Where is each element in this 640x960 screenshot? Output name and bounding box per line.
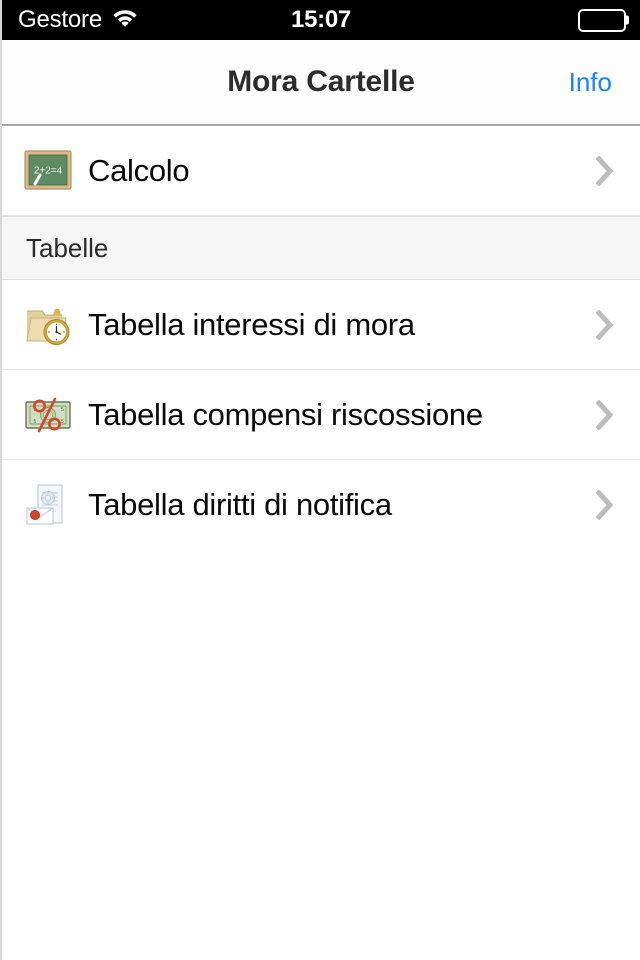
list-item-label: Calcolo bbox=[88, 153, 190, 188]
battery-icon bbox=[578, 8, 629, 32]
document-envelope-icon bbox=[22, 479, 74, 531]
list-item-tabella-compensi[interactable]: 5 5 5 5 Tabella compensi riscossione bbox=[2, 370, 640, 460]
list-item-tabella-interessi[interactable]: Tabella interessi di mora bbox=[2, 280, 640, 370]
list-item-label: Tabella interessi di mora bbox=[88, 307, 415, 342]
list-item-label: Tabella diritti di notifica bbox=[88, 487, 392, 522]
chevron-right-icon bbox=[596, 490, 614, 520]
banknote-percent-icon: 5 5 5 5 bbox=[22, 389, 74, 441]
table-view: 2+2=4 Calcolo Tabelle Tabella interessi … bbox=[2, 126, 640, 550]
section-header-tabelle: Tabelle bbox=[2, 216, 640, 280]
list-item-calcolo[interactable]: 2+2=4 Calcolo bbox=[2, 126, 640, 216]
list-item-label: Tabella compensi riscossione bbox=[88, 397, 483, 432]
chevron-right-icon bbox=[596, 310, 614, 340]
chevron-right-icon bbox=[596, 400, 614, 430]
svg-text:5: 5 bbox=[34, 419, 37, 425]
status-bar: Gestore 15:07 bbox=[2, 0, 640, 40]
folder-clock-icon bbox=[22, 299, 74, 351]
battery-cap bbox=[626, 15, 629, 25]
page-title: Mora Cartelle bbox=[227, 65, 415, 98]
app-screen: Gestore 15:07 Mora Cartelle Info 2+2=4 C… bbox=[0, 0, 640, 960]
chevron-right-icon bbox=[596, 156, 614, 186]
clock-label: 15:07 bbox=[291, 6, 351, 33]
svg-text:5: 5 bbox=[61, 419, 64, 425]
status-bar-right bbox=[578, 0, 629, 40]
svg-text:2+2=4: 2+2=4 bbox=[34, 166, 63, 177]
chalkboard-icon: 2+2=4 bbox=[22, 145, 74, 197]
list-item-tabella-diritti[interactable]: Tabella diritti di notifica bbox=[2, 460, 640, 550]
svg-text:5: 5 bbox=[61, 407, 64, 413]
info-button[interactable]: Info bbox=[569, 67, 612, 98]
navigation-bar: Mora Cartelle Info bbox=[2, 40, 640, 126]
